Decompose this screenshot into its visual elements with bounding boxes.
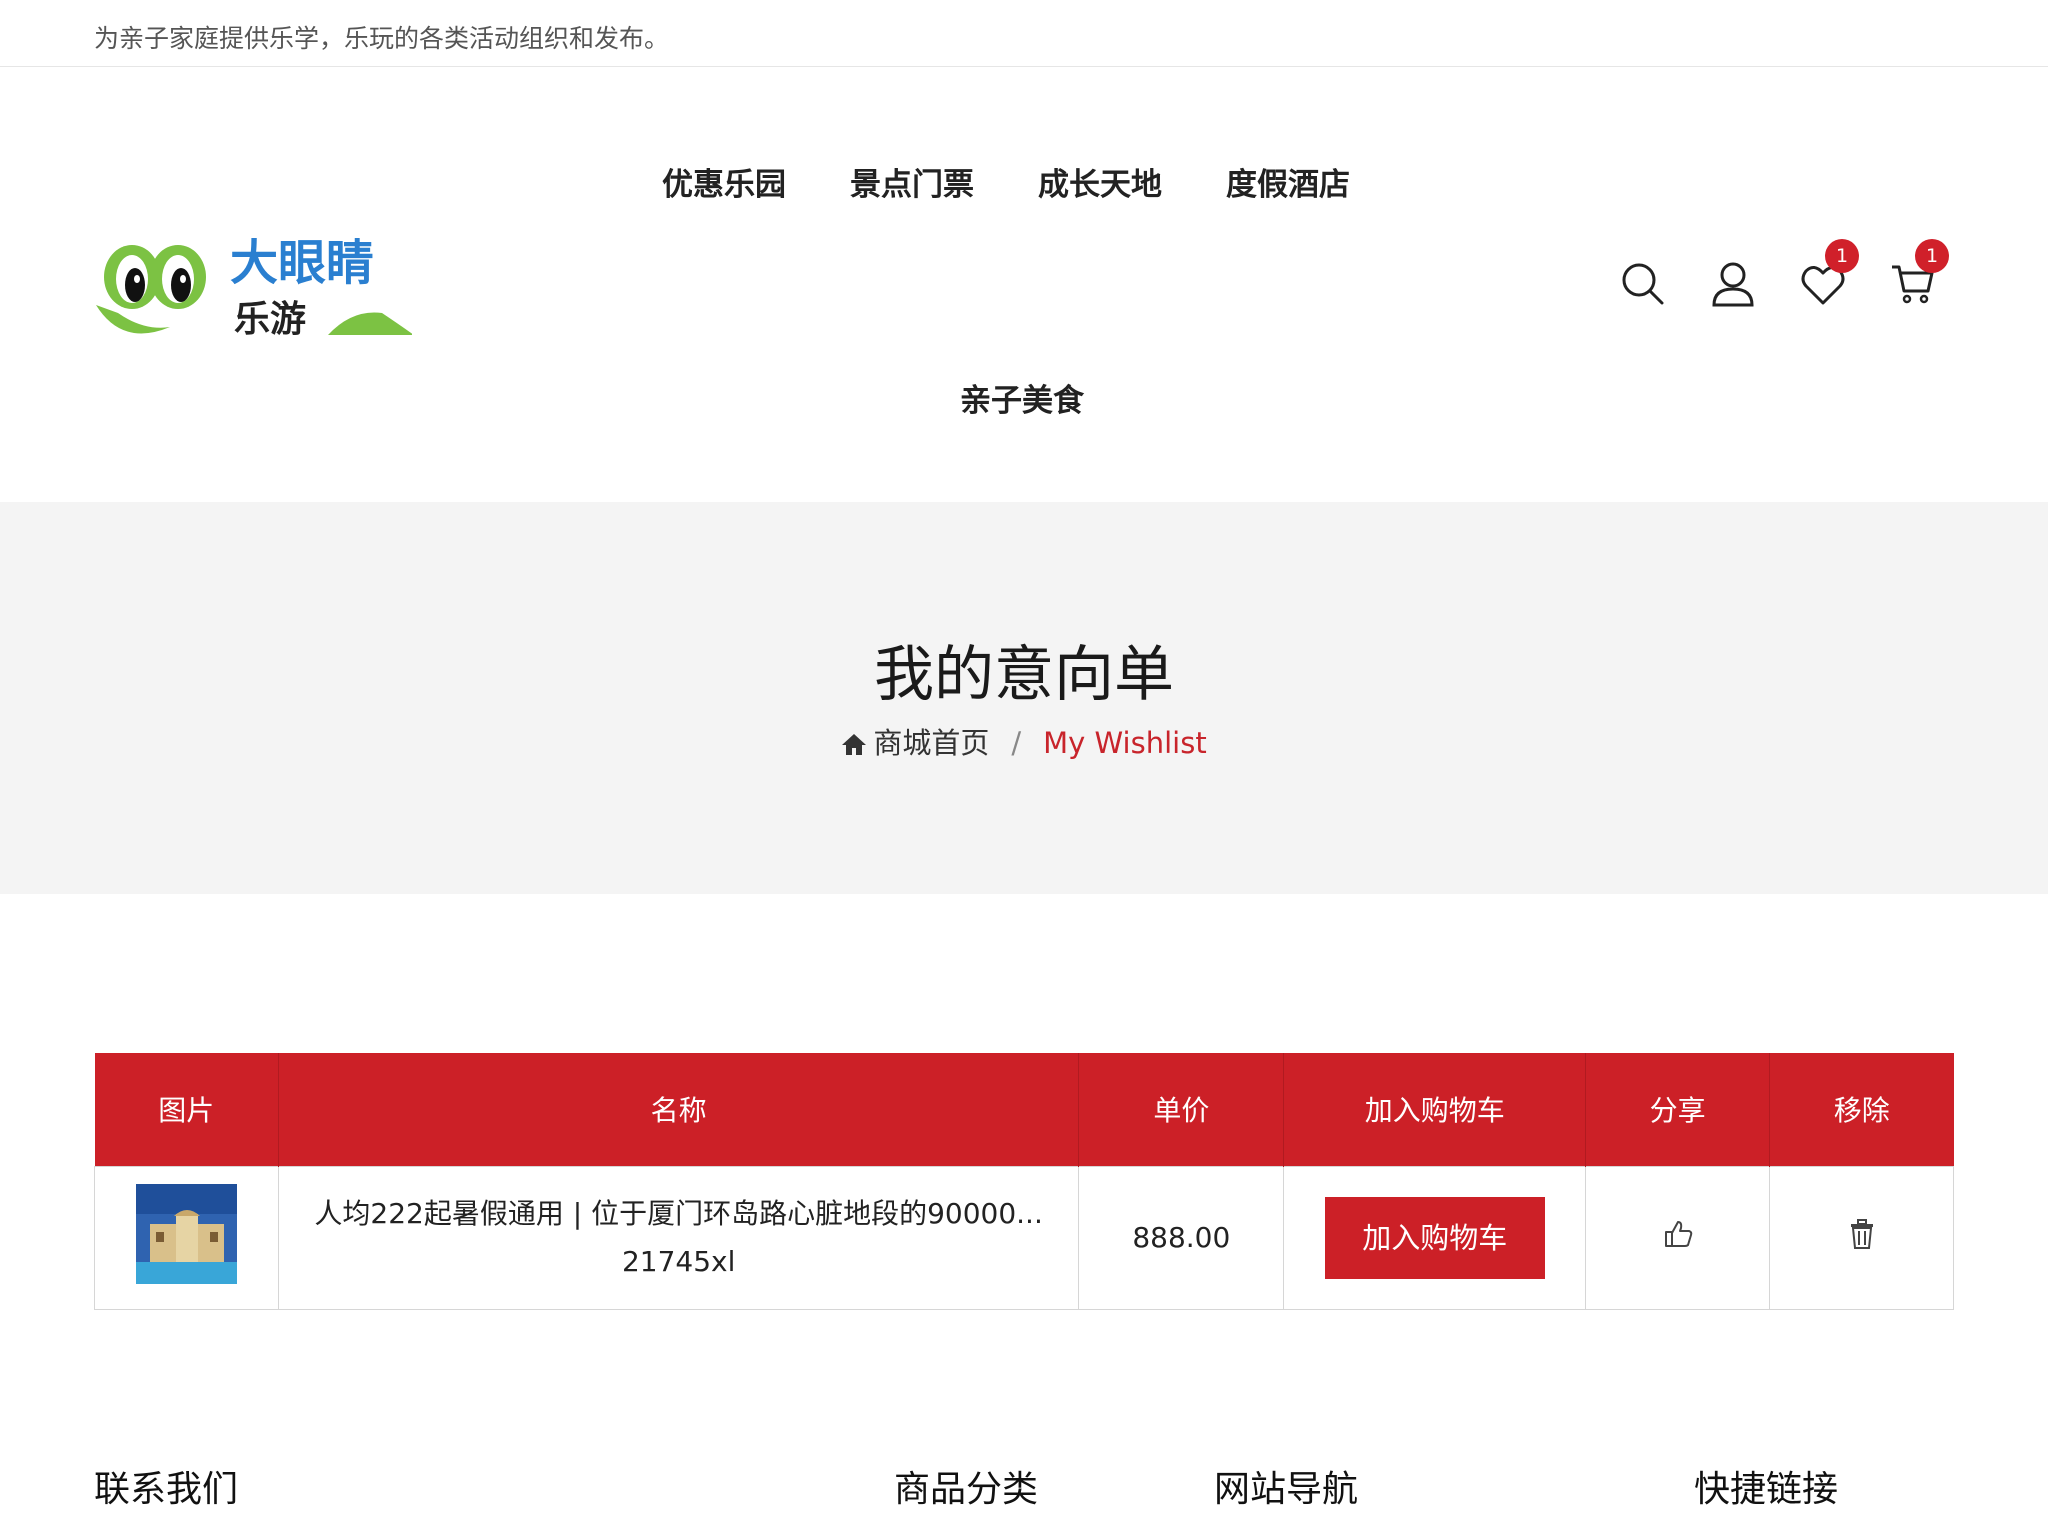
nav-item-discount-park[interactable]: 优惠乐园 — [662, 159, 786, 204]
page-title: 我的意向单 — [874, 640, 1174, 710]
header-image: 图片 — [94, 1053, 279, 1166]
site-footer: 联系我们 商品分类 网站导航 快捷链接 — [0, 1460, 2048, 1536]
footer-heading-contact: 联系我们 — [94, 1469, 239, 1510]
footer-heading-categories: 商品分类 — [894, 1469, 1039, 1510]
cart-count-badge: 1 — [1915, 239, 1949, 273]
product-name[interactable]: 人均222起暑假通用 | 位于厦门环岛路心脏地段的90000... — [279, 1190, 1078, 1238]
footer-heading-site-nav: 网站导航 — [1214, 1469, 1359, 1510]
page-banner: 我的意向单 商城首页 / My Wishlist — [0, 502, 2048, 894]
wishlist-table: 图片 名称 单价 加入购物车 分享 移除 人均222起暑假通用 | 位于厦门环岛… — [94, 1053, 1954, 1310]
cell-image — [94, 1165, 279, 1310]
header-remove: 移除 — [1769, 1053, 1954, 1166]
cell-name: 人均222起暑假通用 | 位于厦门环岛路心脏地段的90000... 21745x… — [277, 1165, 1080, 1310]
wishlist-count-badge: 1 — [1825, 239, 1859, 273]
footer-heading-quick-links: 快捷链接 — [1694, 1469, 1839, 1510]
cell-share — [1585, 1165, 1771, 1310]
header-add-to-cart: 加入购物车 — [1283, 1053, 1587, 1166]
thumbs-up-icon[interactable] — [1662, 1221, 1694, 1257]
table-row: 人均222起暑假通用 | 位于厦门环岛路心脏地段的90000... 21745x… — [94, 1165, 1954, 1310]
site-header: 大眼睛 乐游 优惠乐园 景点门票 成长天地 度假酒店 亲子美食 1 1 — [0, 67, 2048, 502]
header-name: 名称 — [278, 1053, 1080, 1166]
search-icon[interactable] — [1618, 259, 1668, 309]
breadcrumb-separator: / — [1011, 726, 1022, 760]
nav-item-growth[interactable]: 成长天地 — [1038, 159, 1162, 204]
tagline: 为亲子家庭提供乐学，乐玩的各类活动组织和发布。 — [94, 24, 670, 53]
breadcrumb-current: My Wishlist — [1043, 726, 1207, 760]
nav-item-tickets[interactable]: 景点门票 — [850, 159, 974, 204]
add-to-cart-button[interactable]: 加入购物车 — [1324, 1196, 1545, 1279]
product-sku: 21745xl — [621, 1244, 736, 1278]
top-bar: 为亲子家庭提供乐学，乐玩的各类活动组织和发布。 — [0, 0, 2048, 67]
nav-item-hotels[interactable]: 度假酒店 — [1226, 159, 1350, 204]
header-share: 分享 — [1585, 1053, 1771, 1166]
home-icon — [841, 729, 867, 763]
breadcrumb: 商城首页 / My Wishlist — [0, 720, 2048, 763]
header-price: 单价 — [1078, 1053, 1285, 1166]
nav-item-food[interactable]: 亲子美食 — [960, 375, 1084, 420]
cell-remove — [1769, 1165, 1954, 1310]
table-header-row: 图片 名称 单价 加入购物车 分享 移除 — [94, 1053, 1954, 1166]
product-thumbnail[interactable] — [135, 1184, 237, 1284]
breadcrumb-home-link[interactable]: 商城首页 — [873, 726, 989, 760]
trash-icon[interactable] — [1848, 1219, 1876, 1257]
account-icon[interactable] — [1708, 259, 1758, 309]
cell-add-to-cart: 加入购物车 — [1283, 1165, 1587, 1310]
cell-price: 888.00 — [1078, 1165, 1285, 1310]
